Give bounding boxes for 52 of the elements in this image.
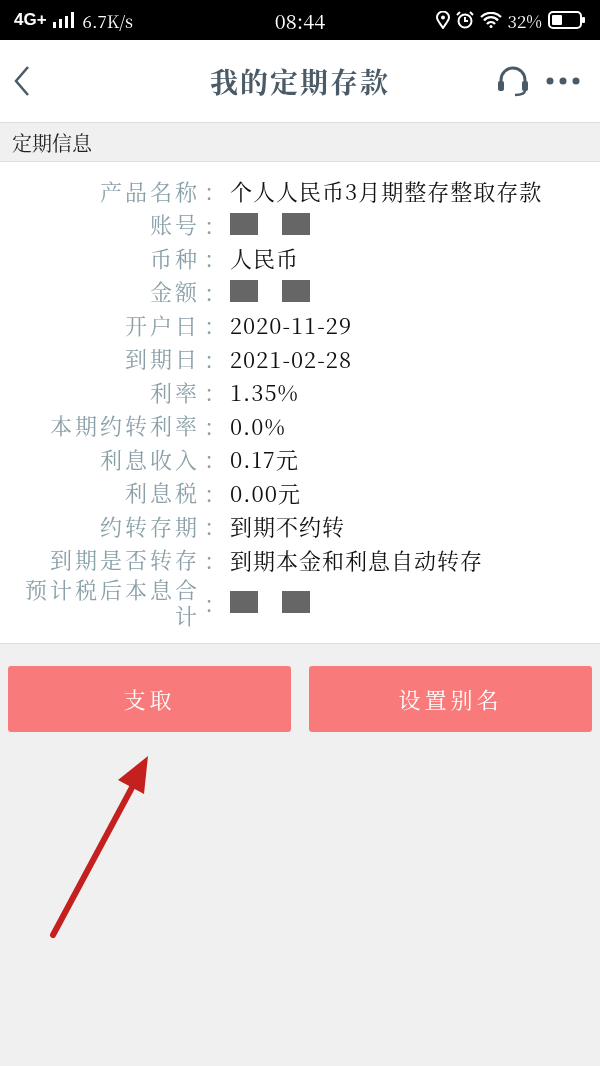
page-title: 我的定期存款: [210, 61, 390, 101]
field-value: 0.00元: [230, 476, 301, 508]
colon: ：: [203, 309, 227, 341]
signal-icon: [52, 12, 77, 28]
field-label: 约转存期: [99, 512, 200, 539]
field-value: 人民币: [230, 242, 299, 274]
colon: ：: [203, 342, 227, 374]
field-label: 本期约转利率: [49, 412, 200, 439]
field-label: 开户日: [124, 311, 200, 338]
field-value: 个人人民币3月期整存整取存款: [230, 175, 543, 207]
colon: ：: [203, 208, 227, 240]
colon: ：: [203, 376, 227, 408]
back-icon: [14, 66, 30, 96]
field-label: 到期日: [124, 345, 200, 372]
field-label: 利率: [149, 378, 200, 405]
more-icon[interactable]: [546, 77, 580, 85]
field-label: 账号: [149, 211, 200, 238]
colon: ：: [203, 476, 227, 508]
field-label: 币种: [149, 244, 200, 271]
action-button[interactable]: 设置别名: [309, 665, 592, 732]
field-label: 预计税后本息合计: [24, 576, 200, 629]
field-value: 0.17元: [230, 443, 299, 475]
battery-icon: [548, 11, 586, 29]
action-button[interactable]: 支取: [8, 665, 291, 732]
colon: ：: [203, 175, 227, 207]
alarm-icon: [455, 11, 474, 29]
speed-label: 6.7K/s: [82, 7, 133, 33]
headset-icon[interactable]: [496, 65, 530, 97]
field-value: 2021-02-28: [230, 342, 353, 374]
network-label: 4G+: [14, 10, 47, 30]
field-label: 利息收入: [99, 445, 200, 472]
colon: ：: [203, 510, 227, 542]
field-label: 到期是否转存: [49, 546, 200, 573]
field-value: 2020-11-29: [230, 309, 353, 341]
location-icon: [435, 11, 450, 29]
field-value: 1.35%: [230, 376, 299, 408]
section-title: 定期信息: [12, 127, 92, 157]
field-label: 金额: [149, 278, 200, 305]
field-value: 到期本金和利息自动转存: [230, 543, 483, 575]
clock: 08:44: [274, 5, 326, 35]
field-label: 产品名称: [99, 177, 200, 204]
field-value: 0.0%: [230, 409, 286, 441]
colon: ：: [203, 275, 227, 307]
colon: ：: [203, 443, 227, 475]
colon: ：: [203, 242, 227, 274]
colon: ：: [203, 409, 227, 441]
battery-label: 32%: [507, 7, 542, 33]
colon: ：: [203, 543, 227, 575]
field-label: 利息税: [124, 479, 200, 506]
colon: ：: [203, 586, 227, 618]
field-value: 到期不约转: [230, 510, 345, 542]
wifi-icon: [479, 12, 502, 28]
